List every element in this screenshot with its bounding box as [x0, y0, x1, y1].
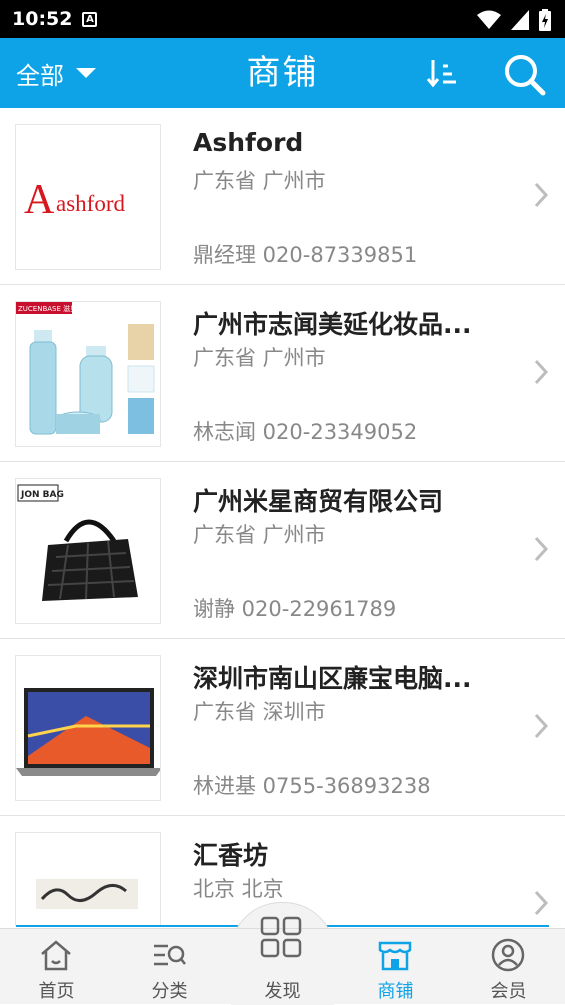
shop-location: 广东省 广州市 — [193, 346, 326, 370]
chevron-right-icon — [534, 890, 549, 916]
tab-label: 商铺 — [377, 981, 414, 1002]
wifi-icon — [477, 10, 501, 29]
shop-logo-handbag: JON BAG — [15, 478, 161, 624]
tab-home[interactable]: 首页 — [0, 929, 113, 1005]
ashford-logo-image: A ashford — [24, 177, 125, 223]
shop-logo-ashford: A ashford — [15, 124, 161, 270]
shop-location: 广东省 深圳市 — [193, 700, 326, 724]
shop-list-item[interactable]: A ashford Ashford 广东省 广州市 鼎经理 020-873398… — [0, 108, 565, 285]
shop-logo-cosmetics: ZUCENBASE 滋贝 — [15, 301, 161, 447]
shop-logo-huixiangfang — [15, 832, 161, 926]
chevron-right-icon — [534, 182, 549, 208]
filter-label: 全部 — [16, 61, 64, 90]
shop-contact: 鼎经理 020-87339851 — [193, 243, 418, 267]
cosmetics-product-image: ZUCENBASE 滋贝 — [16, 302, 155, 435]
ashford-logo-text: ashford — [56, 191, 125, 216]
handbag-product-image: JON BAG — [17, 484, 138, 601]
shop-list-item[interactable]: JON BAG 广州米星商贸有限公司 广东省 广州市 谢静 020-229617… — [0, 462, 565, 639]
shop-contact: 谢静 020-22961789 — [193, 597, 397, 621]
status-icons — [477, 9, 551, 31]
shop-name: 深圳市南山区廉宝电脑... — [193, 664, 472, 693]
tab-label: 首页 — [38, 981, 75, 1002]
laptop-product-image — [16, 688, 160, 776]
status-time: 10:52 — [12, 8, 73, 30]
tab-member[interactable]: 会员 — [452, 929, 565, 1005]
chevron-right-icon — [534, 713, 549, 739]
shop-contact: 林志闻 020-23349052 — [193, 420, 418, 444]
discover-grid-icon — [260, 916, 302, 958]
cosmetics-brand-label: ZUCENBASE 滋贝 — [18, 304, 77, 313]
tab-label: 发现 — [264, 981, 301, 1002]
signal-icon — [511, 10, 529, 30]
ashford-logo-initial: A — [24, 177, 55, 223]
category-icon — [154, 944, 186, 966]
tab-label: 会员 — [490, 981, 527, 1002]
chevron-right-icon — [534, 536, 549, 562]
shop-name: 广州市志闻美延化妆品... — [193, 310, 472, 339]
shop-logo-laptop — [15, 655, 161, 801]
chevron-right-icon — [534, 359, 549, 385]
tab-shop[interactable]: 商铺 — [339, 929, 452, 1005]
handbag-brand-label: JON BAG — [20, 490, 64, 500]
member-icon — [491, 938, 525, 972]
tab-discover[interactable]: 发现 — [226, 916, 339, 1005]
category-filter-dropdown[interactable]: 全部 — [16, 38, 96, 108]
shop-list-item[interactable]: ZUCENBASE 滋贝 广州市志闻美延化妆品... 广东省 广州市 林志闻 0… — [0, 285, 565, 462]
battery-icon — [539, 9, 551, 31]
shop-name: 广州米星商贸有限公司 — [193, 487, 444, 516]
sort-icon[interactable] — [424, 56, 460, 92]
shop-location: 北京 北京 — [193, 877, 284, 901]
bottom-tab-bar: 首页 分类 发现 商铺 会员 — [0, 916, 565, 1005]
notification-a-icon: A — [82, 11, 98, 27]
search-icon[interactable] — [502, 52, 546, 96]
app-bar: 全部 商铺 — [0, 38, 565, 108]
shop-name: 汇香坊 — [193, 841, 269, 870]
shop-name: Ashford — [193, 128, 304, 157]
tab-category[interactable]: 分类 — [113, 929, 226, 1005]
status-bar: 10:52 A — [0, 0, 565, 38]
shop-contact: 林进基 0755-36893238 — [193, 774, 431, 798]
shop-icon — [378, 941, 412, 971]
shop-list: A ashford Ashford 广东省 广州市 鼎经理 020-873398… — [0, 108, 565, 926]
home-icon — [41, 940, 71, 971]
shop-list-item[interactable]: 深圳市南山区廉宝电脑... 广东省 深圳市 林进基 0755-36893238 — [0, 639, 565, 816]
shop-location: 广东省 广州市 — [193, 523, 326, 547]
chevron-down-icon — [76, 68, 96, 78]
huixiangfang-logo-image — [36, 879, 138, 909]
tab-label: 分类 — [151, 981, 188, 1002]
shop-location: 广东省 广州市 — [193, 169, 326, 193]
